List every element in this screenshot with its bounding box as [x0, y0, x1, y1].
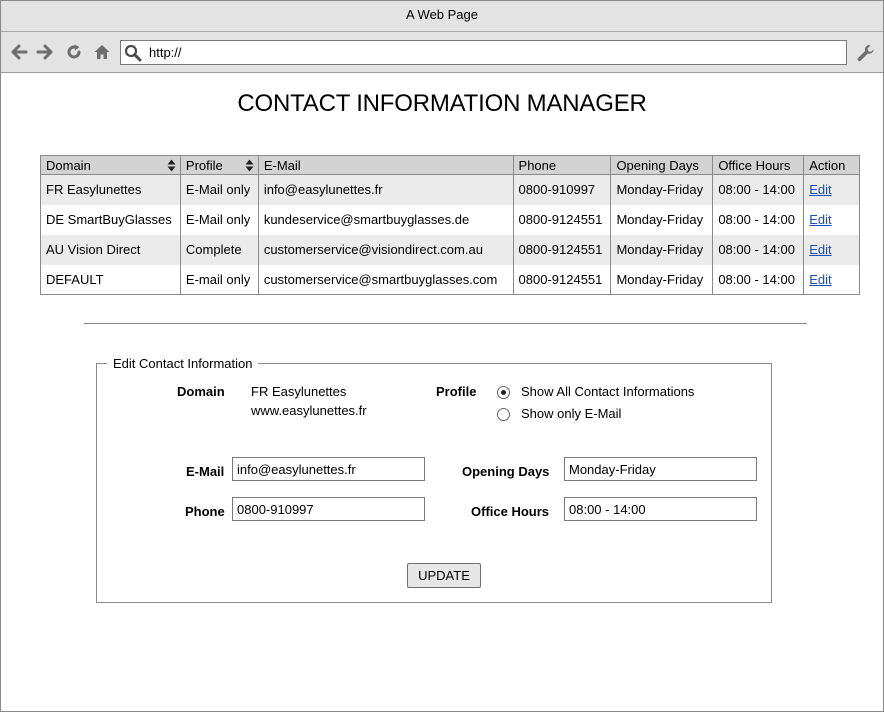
window-title: A Web Page — [1, 1, 883, 32]
radio-button-checked[interactable] — [497, 386, 510, 399]
edit-link[interactable]: Edit — [809, 212, 831, 227]
edit-link[interactable]: Edit — [809, 272, 831, 287]
home-icon[interactable] — [93, 43, 111, 61]
cell-phone: 0800-9124551 — [512, 264, 611, 295]
cell-office-hours: 08:00 - 14:00 — [712, 264, 804, 295]
cell-opening-days: Monday-Friday — [610, 264, 713, 295]
cell-phone: 0800-910997 — [512, 174, 611, 205]
cell-action: Edit — [803, 174, 860, 205]
column-header-opening-days: Opening Days — [610, 155, 713, 175]
domain-name: FR Easylunettes — [251, 384, 347, 399]
back-arrow-icon[interactable] — [10, 43, 28, 61]
profile-label: Profile — [436, 384, 477, 399]
cell-email: customerservice@visiondirect.com.au — [257, 234, 514, 265]
cell-action: Edit — [803, 204, 860, 235]
page-title: CONTACT INFORMATION MANAGER — [237, 90, 647, 117]
column-header-phone: Phone — [512, 155, 611, 175]
table-row: DE SmartBuyGlasses E-Mail only kundeserv… — [41, 204, 860, 235]
url-input[interactable] — [149, 43, 839, 62]
opening-days-field[interactable] — [564, 457, 757, 481]
cell-office-hours: 08:00 - 14:00 — [712, 204, 804, 235]
email-field[interactable] — [232, 457, 425, 481]
column-header-label: Domain — [46, 157, 91, 173]
cell-profile: E-Mail only — [179, 204, 259, 235]
cell-email: customerservice@smartbuyglasses.com — [257, 264, 514, 295]
domain-url: www.easylunettes.fr — [251, 403, 367, 418]
cell-domain: DEFAULT — [46, 271, 104, 287]
cell-opening-days: Monday-Friday — [610, 174, 713, 205]
address-bar[interactable] — [120, 40, 847, 65]
column-header-action: Action — [803, 155, 860, 175]
cell-office-hours: 08:00 - 14:00 — [712, 174, 804, 205]
cell-domain: FR Easylunettes — [40, 174, 181, 205]
cell-opening-days: Monday-Friday — [610, 204, 713, 235]
cell-domain: DE SmartBuyGlasses — [46, 212, 172, 227]
forward-arrow-icon[interactable] — [36, 43, 54, 61]
domain-label: Domain — [177, 384, 225, 399]
column-header-office-hours: Office Hours — [712, 155, 804, 175]
search-icon — [124, 44, 142, 62]
edit-link[interactable]: Edit — [809, 242, 831, 257]
table-row: DEFAULT E-mail only customerservice@smar… — [41, 264, 860, 295]
section-divider — [84, 323, 807, 324]
opening-days-label: Opening Days — [462, 464, 550, 479]
radio-button[interactable] — [497, 408, 510, 421]
sort-icon[interactable] — [245, 159, 254, 172]
cell-opening-days: Monday-Friday — [610, 234, 713, 265]
phone-label: Phone — [185, 504, 225, 519]
table-header-row: Domain Profile E-Mail Phone Opening Days… — [40, 155, 860, 175]
column-header-label: Profile — [185, 157, 223, 173]
cell-profile: E-mail only — [179, 264, 259, 295]
contacts-table: Domain Profile E-Mail Phone Opening Days… — [40, 155, 860, 295]
phone-field[interactable] — [232, 497, 425, 521]
radio-show-all[interactable]: Show All Contact Informations — [497, 384, 707, 402]
reload-icon[interactable] — [65, 43, 83, 61]
cell-profile: Complete — [179, 234, 259, 265]
cell-profile: E-Mail only — [179, 174, 259, 205]
email-label: E-Mail — [186, 464, 225, 479]
table-row: FR Easylunettes E-Mail only info@easylun… — [40, 174, 860, 205]
table-row: AU Vision Direct Complete customerservic… — [40, 234, 860, 265]
edit-link[interactable]: Edit — [809, 182, 831, 197]
column-header-domain[interactable]: Domain — [40, 155, 181, 175]
cell-action: Edit — [803, 264, 860, 295]
radio-label: Show All Contact Informations — [521, 384, 695, 399]
browser-window: A Web Page CONTACT INFORMATION MANAGER — [0, 0, 884, 712]
cell-office-hours: 08:00 - 14:00 — [712, 234, 804, 265]
radio-label: Show only E-Mail — [521, 406, 622, 421]
update-button[interactable]: UPDATE — [407, 563, 481, 588]
column-header-profile[interactable]: Profile — [179, 155, 259, 175]
office-hours-label: Office Hours — [471, 504, 550, 519]
radio-show-email-only[interactable]: Show only E-Mail — [497, 406, 707, 424]
wrench-icon[interactable] — [856, 43, 876, 63]
cell-email: kundeservice@smartbuyglasses.de — [257, 204, 514, 235]
cell-email: info@easylunettes.fr — [257, 174, 514, 205]
office-hours-field[interactable] — [564, 497, 757, 521]
edit-panel-legend: Edit Contact Information — [113, 356, 253, 371]
sort-icon[interactable] — [167, 159, 176, 172]
cell-domain: AU Vision Direct — [40, 234, 181, 265]
cell-phone: 0800-9124551 — [512, 234, 611, 265]
column-header-email: E-Mail — [257, 155, 514, 175]
cell-phone: 0800-9124551 — [512, 204, 611, 235]
cell-action: Edit — [803, 234, 860, 265]
browser-toolbar — [1, 32, 883, 73]
